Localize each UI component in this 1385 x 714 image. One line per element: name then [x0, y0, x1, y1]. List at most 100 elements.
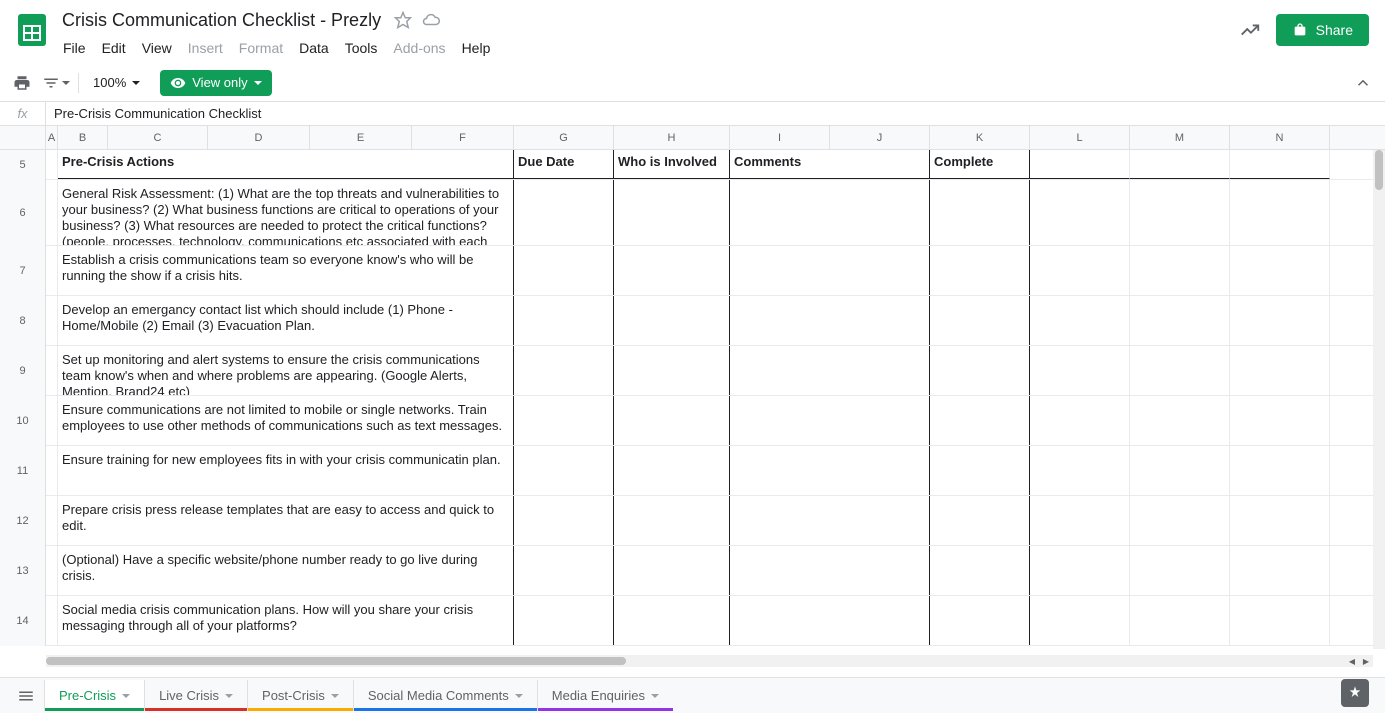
comments-cell[interactable]: [730, 180, 930, 245]
cell-N[interactable]: [1230, 246, 1330, 295]
formula-input[interactable]: Pre-Crisis Communication Checklist: [46, 106, 1385, 121]
menu-help[interactable]: Help: [455, 36, 498, 60]
row-header[interactable]: 7: [0, 246, 46, 296]
cell-M[interactable]: [1130, 246, 1230, 295]
menu-tools[interactable]: Tools: [338, 36, 385, 60]
col-header-B[interactable]: B: [58, 126, 108, 149]
view-only-button[interactable]: View only: [160, 70, 271, 96]
due-cell[interactable]: [514, 396, 614, 445]
comments-cell[interactable]: [730, 296, 930, 345]
action-cell[interactable]: (Optional) Have a specific website/phone…: [58, 546, 514, 595]
cell-A[interactable]: [46, 396, 58, 445]
who-cell[interactable]: [614, 446, 730, 495]
doc-title[interactable]: Crisis Communication Checklist - Prezly: [56, 8, 387, 33]
print-icon[interactable]: [8, 69, 36, 97]
comments-cell[interactable]: [730, 396, 930, 445]
complete-cell[interactable]: [930, 496, 1030, 545]
cell-M[interactable]: [1130, 446, 1230, 495]
cell-A[interactable]: [46, 596, 58, 645]
col-header-G[interactable]: G: [514, 126, 614, 149]
col-header-M[interactable]: M: [1130, 126, 1230, 149]
sheet-tab-pre-crisis[interactable]: Pre-Crisis: [44, 680, 144, 711]
header-complete[interactable]: Complete: [930, 150, 1030, 179]
comments-cell[interactable]: [730, 496, 930, 545]
cell-M[interactable]: [1130, 296, 1230, 345]
complete-cell[interactable]: [930, 346, 1030, 395]
activity-icon[interactable]: [1236, 16, 1264, 44]
filter-icon[interactable]: [42, 69, 70, 97]
fx-icon[interactable]: fx: [0, 102, 46, 125]
cell-L[interactable]: [1030, 296, 1130, 345]
row-header[interactable]: 5: [0, 150, 46, 180]
cell-M[interactable]: [1130, 346, 1230, 395]
cell-L[interactable]: [1030, 446, 1130, 495]
who-cell[interactable]: [614, 246, 730, 295]
cell-N[interactable]: [1230, 596, 1330, 645]
comments-cell[interactable]: [730, 446, 930, 495]
col-header-L[interactable]: L: [1030, 126, 1130, 149]
comments-cell[interactable]: [730, 546, 930, 595]
tab-dropdown-icon[interactable]: [122, 694, 130, 698]
tab-dropdown-icon[interactable]: [225, 694, 233, 698]
cell-L[interactable]: [1030, 150, 1130, 179]
cell-A[interactable]: [46, 346, 58, 395]
zoom-select[interactable]: 100%: [87, 71, 146, 94]
cell-N[interactable]: [1230, 180, 1330, 245]
row-header[interactable]: 9: [0, 346, 46, 396]
cell-L[interactable]: [1030, 396, 1130, 445]
move-icon[interactable]: [419, 8, 443, 32]
who-cell[interactable]: [614, 496, 730, 545]
all-sheets-icon[interactable]: [8, 678, 44, 714]
due-cell[interactable]: [514, 346, 614, 395]
cell-N[interactable]: [1230, 396, 1330, 445]
action-cell[interactable]: Ensure training for new employees fits i…: [58, 446, 514, 495]
cell-N[interactable]: [1230, 446, 1330, 495]
select-all-corner[interactable]: [0, 126, 46, 149]
cell-M[interactable]: [1130, 596, 1230, 645]
col-header-E[interactable]: E: [310, 126, 412, 149]
row-header[interactable]: 10: [0, 396, 46, 446]
vertical-scrollbar[interactable]: [1373, 150, 1385, 649]
action-cell[interactable]: Social media crisis communication plans.…: [58, 596, 514, 645]
cell-A[interactable]: [46, 296, 58, 345]
scroll-thumb[interactable]: [1375, 150, 1383, 190]
tab-dropdown-icon[interactable]: [515, 694, 523, 698]
who-cell[interactable]: [614, 180, 730, 245]
row-header[interactable]: 8: [0, 296, 46, 346]
menu-add-ons[interactable]: Add-ons: [386, 36, 452, 60]
cell-L[interactable]: [1030, 180, 1130, 245]
complete-cell[interactable]: [930, 296, 1030, 345]
cell-N[interactable]: [1230, 496, 1330, 545]
menu-data[interactable]: Data: [292, 36, 336, 60]
due-cell[interactable]: [514, 596, 614, 645]
col-header-N[interactable]: N: [1230, 126, 1330, 149]
due-cell[interactable]: [514, 496, 614, 545]
row-header[interactable]: 6: [0, 180, 46, 246]
cell-N[interactable]: [1230, 546, 1330, 595]
due-cell[interactable]: [514, 546, 614, 595]
due-cell[interactable]: [514, 446, 614, 495]
cell-M[interactable]: [1130, 546, 1230, 595]
due-cell[interactable]: [514, 246, 614, 295]
menu-file[interactable]: File: [56, 36, 93, 60]
scroll-thumb[interactable]: [46, 657, 626, 665]
col-header-C[interactable]: C: [108, 126, 208, 149]
cell-M[interactable]: [1130, 180, 1230, 245]
cell-L[interactable]: [1030, 246, 1130, 295]
complete-cell[interactable]: [930, 546, 1030, 595]
cell-A[interactable]: [46, 446, 58, 495]
who-cell[interactable]: [614, 596, 730, 645]
sheet-tab-social-media-comments[interactable]: Social Media Comments: [353, 680, 537, 711]
row-header[interactable]: 13: [0, 546, 46, 596]
col-header-F[interactable]: F: [412, 126, 514, 149]
cell-A[interactable]: [46, 180, 58, 245]
who-cell[interactable]: [614, 296, 730, 345]
action-cell[interactable]: Establish a crisis communications team s…: [58, 246, 514, 295]
cell-A[interactable]: [46, 546, 58, 595]
share-button[interactable]: Share: [1276, 14, 1369, 46]
explore-button[interactable]: [1341, 679, 1369, 707]
complete-cell[interactable]: [930, 596, 1030, 645]
cell-N[interactable]: [1230, 150, 1330, 179]
sheet-tab-live-crisis[interactable]: Live Crisis: [144, 680, 247, 711]
complete-cell[interactable]: [930, 246, 1030, 295]
